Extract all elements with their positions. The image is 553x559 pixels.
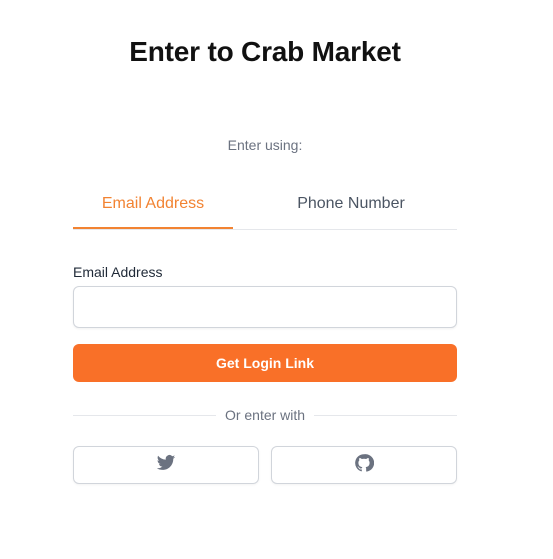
github-login-button[interactable] <box>271 446 457 484</box>
divider-line-right <box>314 414 458 416</box>
tab-email-address[interactable]: Email Address <box>73 180 233 229</box>
github-icon <box>354 453 375 478</box>
tab-phone-number[interactable]: Phone Number <box>233 180 457 228</box>
login-method-tabs: Email Address Phone Number <box>73 180 457 230</box>
divider-line-left <box>73 414 216 416</box>
twitter-icon <box>156 453 176 478</box>
enter-using-label: Enter using: <box>227 137 303 153</box>
login-page: Enter to Crab Market Enter using: Email … <box>0 0 553 559</box>
page-title: Enter to Crab Market <box>129 36 401 67</box>
or-enter-with-divider: Or enter with <box>73 405 458 425</box>
divider-text: Or enter with <box>224 407 306 423</box>
get-login-link-button[interactable]: Get Login Link <box>73 344 457 382</box>
twitter-login-button[interactable] <box>73 446 259 484</box>
email-field[interactable] <box>73 286 457 328</box>
email-field-label: Email Address <box>73 264 163 280</box>
